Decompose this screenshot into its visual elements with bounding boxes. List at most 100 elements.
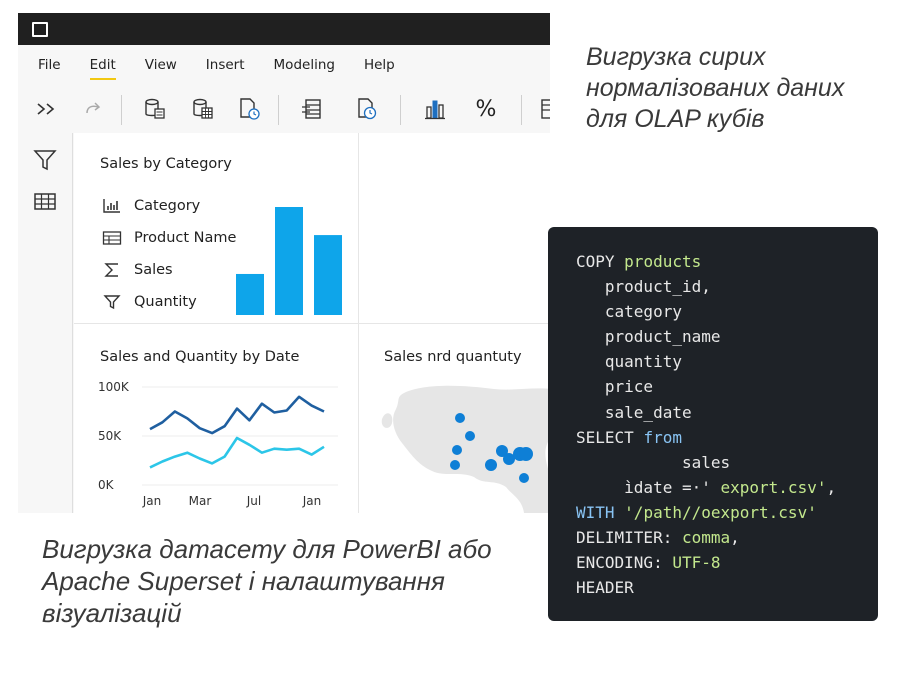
app-window: File Edit View Insert Modeling Help % Sa… [18, 13, 550, 513]
code-token: '/path//oexport.csv' [624, 502, 817, 522]
toolbar: % [18, 89, 550, 131]
expand-icon[interactable] [32, 94, 62, 124]
y-tick-label: 0K [98, 478, 115, 492]
percent-format-icon[interactable]: % [471, 94, 501, 124]
menu-modeling[interactable]: Modeling [274, 57, 335, 76]
y-tick-label: 100K [98, 380, 130, 394]
code-token: products [624, 252, 702, 271]
sigma-icon [102, 261, 122, 279]
field-label: Product Name [134, 230, 237, 246]
code-token: price [576, 377, 654, 397]
category-bar[interactable] [236, 273, 264, 315]
toolbar-separator [400, 95, 401, 125]
date-line-chart[interactable]: 100K 50K 0K Jan Mar Jul Jan [94, 379, 344, 509]
code-token: SELECT [576, 427, 644, 447]
field-label: Category [134, 198, 201, 214]
code-token: UTF-8 [672, 553, 721, 573]
caption-powerbi: Вигрузка датасету для PowerBI або Apache… [42, 534, 492, 628]
menu-file[interactable]: File [38, 57, 61, 76]
code-token: category [576, 302, 682, 322]
map-point [519, 473, 529, 483]
category-bar-chart[interactable] [224, 195, 344, 317]
map-point [450, 460, 460, 470]
menu-help[interactable]: Help [364, 57, 395, 76]
title-bar [18, 13, 550, 45]
table-edit-icon[interactable] [298, 94, 328, 124]
column-chart-icon[interactable] [420, 94, 450, 124]
menu-insert[interactable]: Insert [206, 57, 245, 76]
map-point [519, 447, 533, 461]
code-token: DELIMITER: [576, 528, 682, 548]
map-point [465, 431, 475, 441]
map-point [455, 413, 465, 423]
field-item[interactable]: Quantity [102, 293, 197, 311]
table-list-icon [102, 229, 122, 247]
field-label: Sales [134, 262, 173, 278]
code-token: sale_date [576, 402, 692, 422]
database-icon[interactable] [140, 94, 170, 124]
report-icon[interactable] [532, 94, 550, 124]
redo-icon[interactable] [78, 94, 108, 124]
y-tick-label: 50K [98, 429, 122, 443]
code-token: HEADER [576, 578, 634, 598]
code-token: sales [576, 452, 731, 472]
menu-bar: File Edit View Insert Modeling Help [18, 45, 550, 87]
code-line: ìdate =·' export.csv', [576, 475, 878, 500]
window-icon[interactable] [32, 22, 48, 37]
caption-olap: Вигрузка сирих нормалізованих даних для … [586, 43, 845, 133]
series-line[interactable] [149, 395, 325, 435]
filter-icon[interactable] [33, 149, 57, 171]
map-point [452, 445, 462, 455]
code-line: HEADER [576, 575, 878, 600]
scheduled-refresh-icon[interactable] [352, 94, 382, 124]
panel-title-category: Sales by Category [100, 156, 232, 172]
code-token: quantity [576, 352, 682, 372]
x-tick-label: Mar [189, 494, 212, 508]
code-token: product_name [576, 327, 721, 347]
sql-code-panel: COPY products product_id, category produ… [548, 227, 878, 621]
code-line: ENCODING: UTF-8 [576, 550, 878, 575]
x-tick-label: Jan [142, 494, 162, 508]
code-line: sale_date [576, 400, 878, 425]
code-token: ìdate =·' [576, 477, 721, 497]
code-token: export.csv' [720, 477, 827, 497]
category-bar[interactable] [314, 235, 342, 315]
field-label: Quantity [134, 294, 197, 310]
toolbar-separator [278, 95, 279, 125]
category-bar[interactable] [275, 207, 303, 315]
code-token: product_id, [576, 277, 711, 297]
map-island [381, 413, 393, 428]
dataset-icon[interactable] [188, 94, 218, 124]
code-token: from [643, 427, 682, 447]
code-token: WITH [576, 502, 625, 522]
x-tick-label: Jan [302, 494, 322, 508]
code-token: , [826, 477, 837, 497]
menu-view[interactable]: View [145, 57, 177, 76]
code-line: COPY products [576, 249, 878, 274]
code-token: ENCODING: [576, 553, 673, 573]
panel-divider [74, 323, 550, 324]
code-token: comma [681, 528, 731, 548]
series-line[interactable] [149, 436, 325, 469]
menu-edit[interactable]: Edit [89, 57, 116, 80]
code-line: SELECT from [576, 425, 878, 450]
map-visual[interactable] [374, 379, 550, 513]
field-item[interactable]: Category [102, 197, 200, 215]
refresh-file-icon[interactable] [234, 94, 264, 124]
code-line: sales [576, 450, 878, 475]
report-canvas: Sales by Category Category Product Name … [74, 133, 550, 513]
table-view-icon[interactable] [33, 191, 57, 213]
bar-chart-icon [102, 197, 122, 215]
code-line: product_id, [576, 274, 878, 299]
code-line: DELIMITER: comma, [576, 525, 878, 550]
field-item[interactable]: Sales [102, 261, 173, 279]
field-item[interactable]: Product Name [102, 229, 236, 247]
left-rail [18, 133, 73, 513]
panel-title-map: Sales nrd quantuty [384, 349, 522, 365]
map-point [485, 459, 497, 471]
panel-title-date: Sales and Quantity by Date [100, 349, 300, 365]
filter-icon [102, 293, 122, 311]
x-tick-label: Jul [246, 494, 261, 508]
code-line: category [576, 299, 878, 324]
code-line: product_name [576, 324, 878, 349]
